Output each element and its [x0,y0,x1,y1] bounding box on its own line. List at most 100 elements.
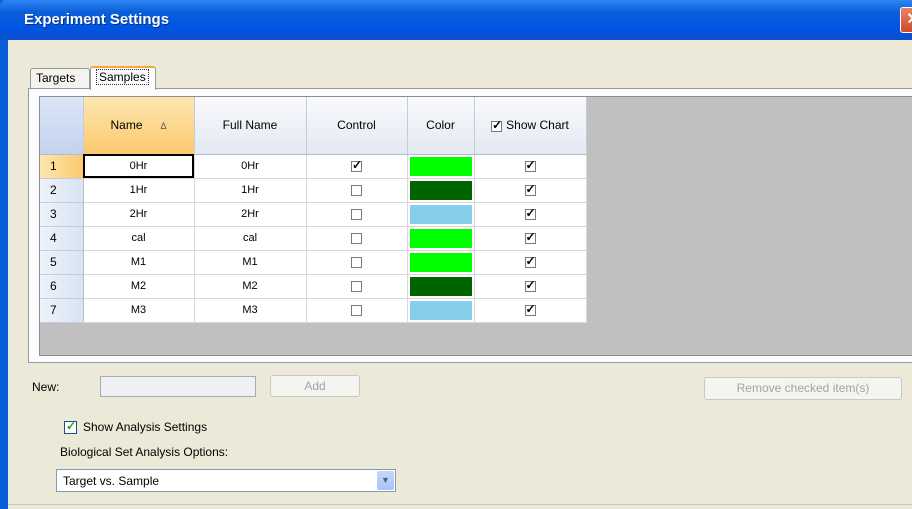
biological-set-options-label: Biological Set Analysis Options: [60,445,229,459]
cell-color[interactable] [407,298,475,323]
column-header-full-name-label: Full Name [222,118,278,133]
color-swatch[interactable] [409,276,472,296]
control-checkbox[interactable] [351,232,362,244]
cell-show-chart[interactable] [474,154,587,179]
table-row[interactable]: 3 2Hr 2Hr [40,202,587,227]
cell-full-name[interactable]: 0Hr [194,154,307,179]
tab-targets-label: Targets [36,71,76,85]
show-analysis-settings-checkbox[interactable]: Show Analysis Settings [64,419,207,435]
cell-control[interactable] [306,202,408,227]
show-chart-checkbox[interactable] [524,182,536,196]
color-swatch[interactable] [409,300,472,320]
cell-name-value: cal [131,232,146,244]
cell-full-name[interactable]: M1 [194,250,307,275]
table-row[interactable]: 1 0Hr 0Hr [40,154,587,179]
remove-checked-items-button[interactable]: Remove checked item(s) [704,377,902,400]
cell-control[interactable] [306,226,408,251]
color-swatch[interactable] [409,252,472,272]
cell-name-value: 1Hr [129,184,148,196]
cell-name[interactable]: M2 [83,274,195,299]
tab-samples[interactable]: Samples [90,66,156,90]
cell-full-name[interactable]: M2 [194,274,307,299]
cell-color[interactable] [407,154,475,179]
title-bar[interactable]: Experiment Settings ✕ [0,0,912,40]
select-all-corner[interactable] [40,97,84,155]
row-number[interactable]: 5 [40,250,84,275]
cell-name-value: M2 [130,280,147,292]
table-row[interactable]: 6 M2 M2 [40,274,587,299]
cell-show-chart[interactable] [474,202,587,227]
cell-name-value: M3 [130,304,147,316]
show-chart-checkbox[interactable] [524,206,536,220]
cell-show-chart[interactable] [474,226,587,251]
table-row[interactable]: 2 1Hr 1Hr [40,178,587,203]
control-checkbox[interactable] [351,256,362,268]
cell-color[interactable] [407,274,475,299]
show-chart-checkbox[interactable] [524,254,536,268]
column-header-show-chart[interactable]: Show Chart [474,97,587,155]
window-title: Experiment Settings [24,11,170,28]
row-number[interactable]: 6 [40,274,84,299]
column-header-color[interactable]: Color [407,97,475,155]
cell-full-name[interactable]: cal [194,226,307,251]
control-checkbox[interactable] [351,208,362,220]
cell-color[interactable] [407,250,475,275]
checkbox-checked-icon[interactable] [64,419,77,435]
analysis-options-select[interactable]: Target vs. Sample ▼ [56,469,396,492]
cell-show-chart[interactable] [474,274,587,299]
control-checkbox[interactable] [351,304,362,316]
color-swatch[interactable] [409,228,472,248]
cell-full-name-value: 1Hr [241,184,259,196]
cell-name[interactable]: 0Hr [83,154,195,179]
show-chart-checkbox[interactable] [524,302,536,316]
cell-show-chart[interactable] [474,178,587,203]
close-button[interactable]: ✕ [900,7,912,33]
row-number[interactable]: 1 [40,154,84,179]
cell-show-chart[interactable] [474,250,587,275]
row-number[interactable]: 7 [40,298,84,323]
table-row[interactable]: 5 M1 M1 [40,250,587,275]
chevron-down-icon[interactable]: ▼ [377,471,394,490]
control-checkbox[interactable] [351,158,362,172]
control-checkbox[interactable] [351,184,362,196]
tab-targets[interactable]: Targets [30,68,90,88]
add-button[interactable]: Add [270,375,360,397]
cell-control[interactable] [306,274,408,299]
column-header-name[interactable]: Name Δ [83,97,195,155]
column-header-full-name[interactable]: Full Name [194,97,307,155]
cell-color[interactable] [407,226,475,251]
show-chart-all-checkbox[interactable] [491,118,502,132]
table-row[interactable]: 7 M3 M3 [40,298,587,323]
cell-control[interactable] [306,178,408,203]
cell-control[interactable] [306,154,408,179]
row-number-label: 5 [50,255,57,269]
color-swatch[interactable] [409,156,472,176]
show-chart-checkbox[interactable] [524,158,536,172]
cell-control[interactable] [306,298,408,323]
cell-color[interactable] [407,202,475,227]
show-chart-checkbox[interactable] [524,230,536,244]
cell-full-name[interactable]: M3 [194,298,307,323]
color-swatch[interactable] [409,180,472,200]
cell-name[interactable]: 1Hr [83,178,195,203]
color-swatch[interactable] [409,204,472,224]
row-number[interactable]: 4 [40,226,84,251]
cell-full-name-value: M3 [242,304,258,316]
column-header-control[interactable]: Control [306,97,408,155]
cell-color[interactable] [407,178,475,203]
cell-full-name[interactable]: 1Hr [194,178,307,203]
cell-full-name[interactable]: 2Hr [194,202,307,227]
show-chart-checkbox[interactable] [524,278,536,292]
cell-control[interactable] [306,250,408,275]
cell-name[interactable]: cal [83,226,195,251]
cell-name[interactable]: M3 [83,298,195,323]
new-sample-input[interactable] [100,376,256,397]
table-row[interactable]: 4 cal cal [40,226,587,251]
row-number[interactable]: 2 [40,178,84,203]
cell-show-chart[interactable] [474,298,587,323]
row-number[interactable]: 3 [40,202,84,227]
control-checkbox[interactable] [351,280,362,292]
cell-name[interactable]: 2Hr [83,202,195,227]
new-sample-label: New: [32,380,60,394]
cell-name[interactable]: M1 [83,250,195,275]
